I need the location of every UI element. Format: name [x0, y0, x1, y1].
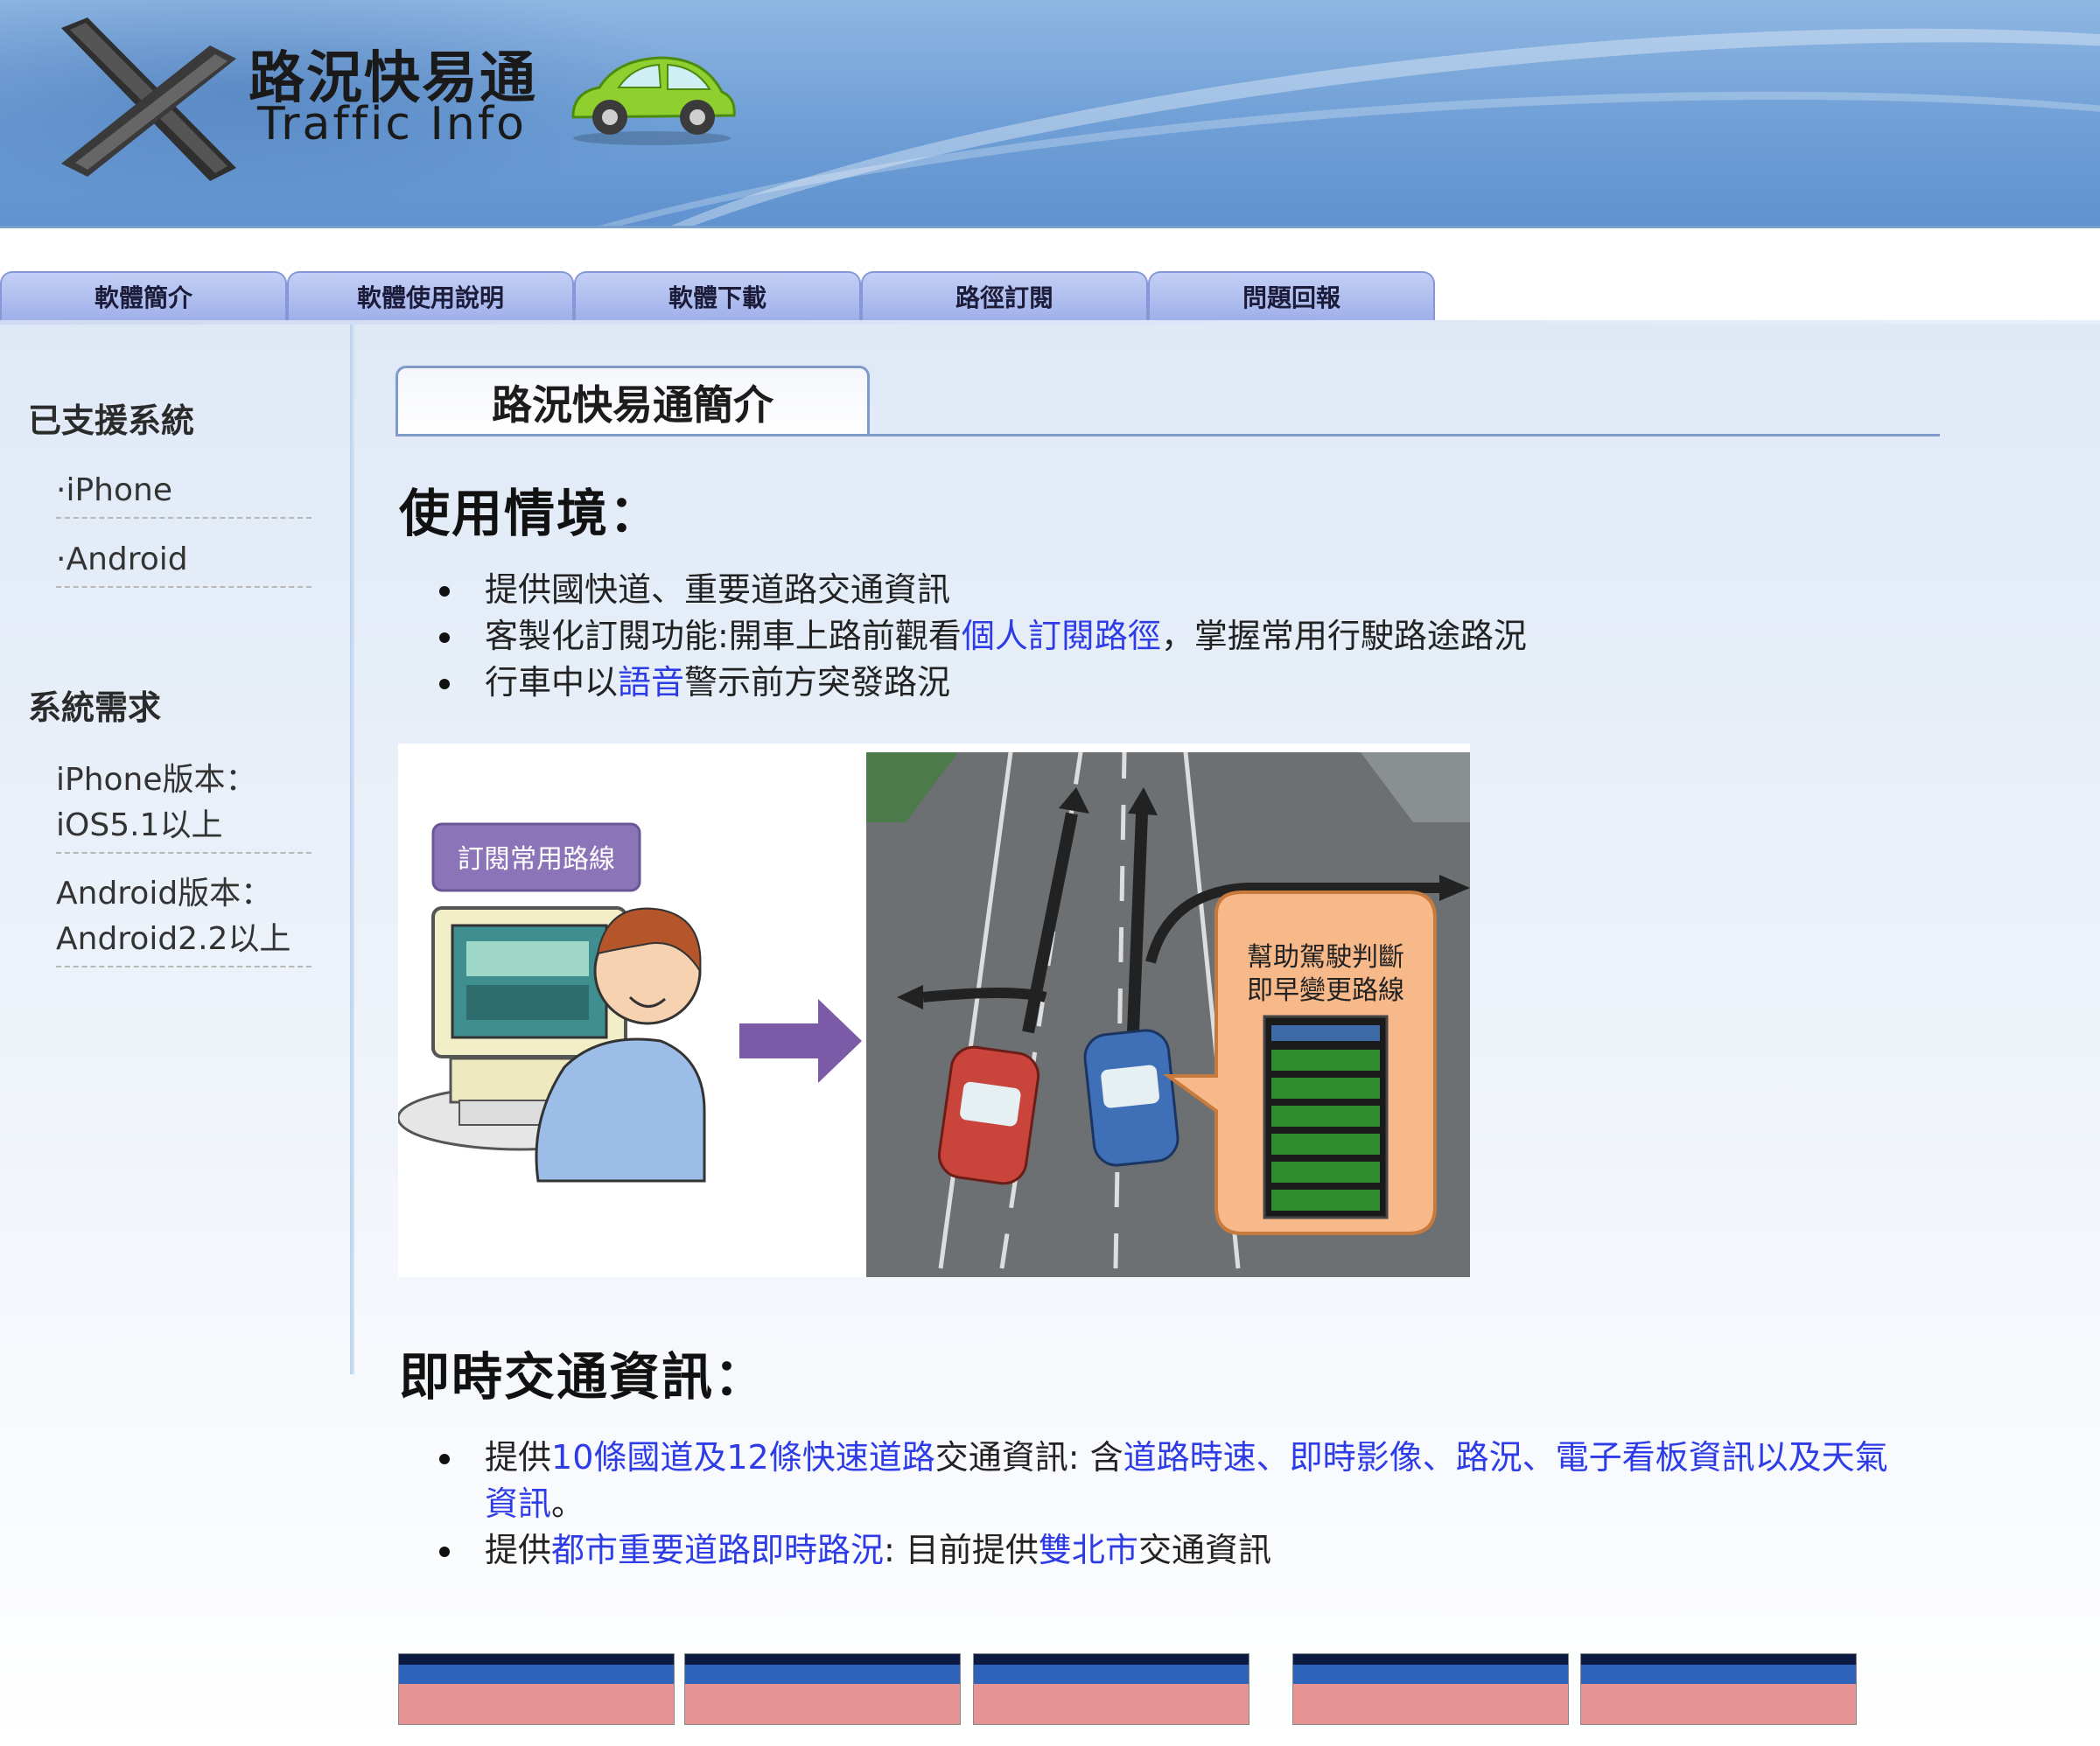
app-screenshot-thumb[interactable] [973, 1653, 1250, 1725]
bullet-text: ，掌握常用行駛路途路況 [1160, 617, 1527, 655]
app-screenshot-thumb[interactable] [1292, 1653, 1569, 1725]
subscribe-route-label: 訂閱常用路線 [458, 844, 615, 875]
bullet-text: 。 [551, 1484, 585, 1523]
bullet-text: 提供 [485, 1531, 552, 1569]
realtime-traffic-list: 提供10條國道及12條快速道路交通資訊: 含道路時速、即時影像、路況、電子看板資… [399, 1435, 1939, 1574]
road-info-link-cont[interactable]: 資訊 [485, 1484, 551, 1523]
personal-route-link[interactable]: 個人訂閱路徑 [962, 617, 1161, 655]
usage-scenario-list: 提供國快道、重要道路交通資訊 客製化訂閱功能:開車上路前觀看個人訂閱路徑，掌握常… [399, 567, 1527, 706]
tab-software-intro[interactable]: 軟體簡介 [0, 271, 287, 320]
list-item: 提供都市重要道路即時路況: 目前提供雙北市交通資訊 [399, 1527, 1939, 1574]
bullet-text: 提供國快道、重要道路交通資訊 [485, 570, 951, 609]
bullet-text: 客製化訂閱功能:開車上路前觀看 [485, 617, 962, 655]
voice-link[interactable]: 語音 [618, 663, 684, 702]
app-screenshot-thumb[interactable] [398, 1653, 675, 1725]
sidebar-item-iphone[interactable]: ·iPhone [56, 468, 312, 519]
tab-software-usage[interactable]: 軟體使用說明 [287, 271, 574, 320]
bullet-text: 提供 [485, 1438, 552, 1477]
tab-software-download[interactable]: 軟體下載 [574, 271, 861, 320]
app-screenshots-strip [0, 1653, 2100, 1746]
bullet-text: 交通資訊 [1138, 1531, 1271, 1569]
requirement-android: Android版本： Android2.2以上 [56, 871, 312, 967]
list-item: 提供10條國道及12條快速道路交通資訊: 含道路時速、即時影像、路況、電子看板資… [399, 1435, 1939, 1527]
sidebar-item-android[interactable]: ·Android [56, 537, 312, 588]
city-roads-link[interactable]: 都市重要道路即時路況 [551, 1531, 884, 1569]
page-title: 路況快易通簡介 [396, 366, 870, 436]
realtime-traffic-heading: 即時交通資訊： [399, 1347, 767, 1407]
bullet-text: 警示前方突發路況 [684, 663, 951, 702]
title-underline [396, 434, 1940, 436]
requirement-iphone: iPhone版本： iOS5.1以上 [56, 758, 312, 854]
tab-route-subscription[interactable]: 路徑訂閱 [861, 271, 1148, 320]
list-item: 提供國快道、重要道路交通資訊 [399, 567, 1527, 613]
road-info-link[interactable]: 道路時速、即時影像、路況、電子看板資訊以及天氣 [1124, 1438, 1888, 1477]
logo-x-icon [61, 17, 236, 181]
sidebar-divider [350, 325, 354, 1374]
bubble-text-line1: 幫助駕駛判斷 [1247, 942, 1404, 973]
requirement-iphone-line1: iPhone版本： [56, 762, 257, 798]
supported-systems-heading: 已支援系統 [28, 402, 195, 440]
app-screenshot-thumb[interactable] [684, 1653, 961, 1725]
usage-scenario-heading: 使用情境： [399, 484, 662, 543]
main-nav: 軟體簡介 軟體使用說明 軟體下載 路徑訂閱 問題回報 [0, 271, 1435, 324]
bullet-text: 交通資訊: 含 [934, 1438, 1124, 1477]
requirement-android-line2: Android2.2以上 [56, 921, 291, 957]
usage-illustration: 訂閱常用路線 幫助駕駛判斷 即早變更路線 [396, 744, 1470, 1277]
system-requirements-heading: 系統需求 [28, 688, 162, 727]
tab-issue-report[interactable]: 問題回報 [1148, 271, 1435, 320]
illustration-graphic: 訂閱常用路線 幫助駕駛判斷 即早變更路線 [396, 751, 1470, 1277]
bullet-text: : 目前提供 [884, 1531, 1039, 1569]
requirement-iphone-line2: iOS5.1以上 [56, 807, 223, 843]
highways-link[interactable]: 10條國道及12條快速道路 [551, 1438, 935, 1477]
bubble-text-line2: 即早變更路線 [1247, 975, 1404, 1006]
taipei-link[interactable]: 雙北市 [1039, 1531, 1138, 1569]
requirement-android-line1: Android版本： [56, 876, 273, 911]
list-item: 行車中以語音警示前方突發路況 [399, 660, 1527, 706]
app-screenshot-thumb[interactable] [1580, 1653, 1857, 1725]
bullet-text: 行車中以 [485, 663, 619, 702]
list-item: 客製化訂閱功能:開車上路前觀看個人訂閱路徑，掌握常用行駛路途路況 [399, 613, 1527, 660]
header-banner: 路況快易通 Traffic Info [0, 0, 2100, 228]
logo-title-en: Traffic Info [257, 98, 527, 150]
car-icon [571, 56, 736, 145]
